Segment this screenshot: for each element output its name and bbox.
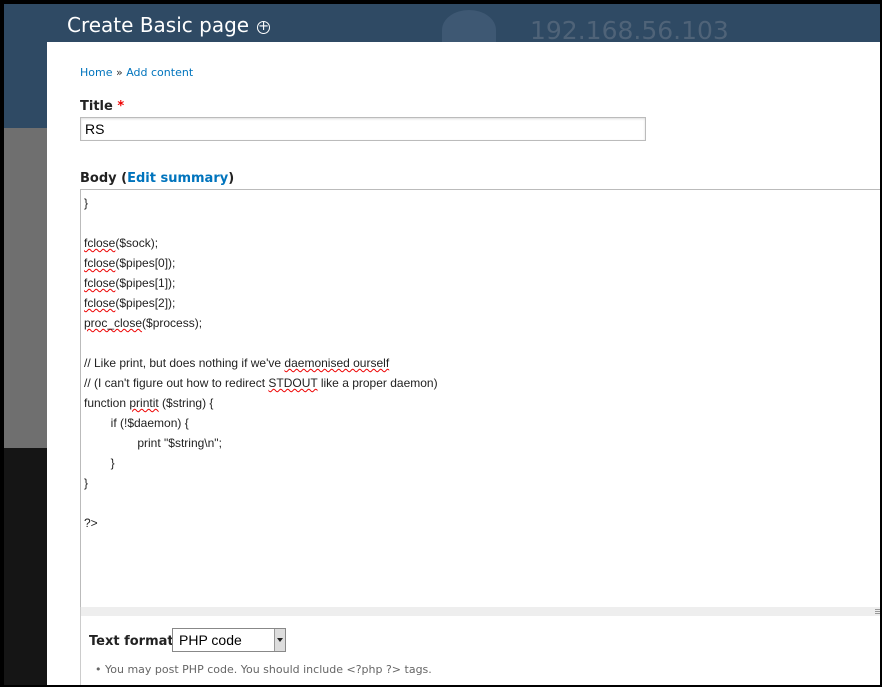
overlay-panel: Home » Add content Title * RS Body (Edit… — [47, 42, 880, 685]
title-label-text: Title — [80, 99, 113, 114]
breadcrumb: Home » Add content — [80, 66, 193, 79]
breadcrumb-home-link[interactable]: Home — [80, 66, 112, 79]
spellcheck-word: fclose — [84, 296, 116, 310]
body-label-close: ) — [228, 171, 235, 186]
spellcheck-word: STDOUT — [268, 376, 318, 390]
code-line: // Like print, but does nothing if we've… — [84, 356, 390, 370]
code-line: / — [84, 190, 114, 193]
title-input[interactable]: RS — [80, 117, 646, 141]
code-line: fclose($sock); — [84, 236, 159, 250]
required-marker: * — [117, 99, 125, 114]
overlay-title: Create Basic page + — [67, 13, 271, 37]
spellcheck-word: printit — [129, 396, 159, 410]
code-line: fclose($pipes[0]); — [84, 256, 176, 270]
screen: 192.168.56.103 Create Basic page + Home »… — [0, 0, 882, 687]
breadcrumb-add-content-link[interactable]: Add content — [126, 66, 193, 79]
page-title: Create Basic page — [67, 13, 250, 37]
body-label: Body (Edit summary) — [80, 171, 234, 186]
text-format-select[interactable]: PHP code — [172, 628, 286, 652]
code-line: } — [84, 196, 89, 210]
spellcheck-word: fclose — [84, 236, 116, 250]
breadcrumb-separator: » — [115, 66, 123, 79]
code-line: fclose($pipes[2]); — [84, 296, 176, 310]
title-label: Title * — [80, 99, 124, 114]
body-textarea[interactable]: /}fclose($sock);fclose($pipes[0]);fclose… — [80, 189, 880, 609]
text-format-tip: • You may post PHP code. You should incl… — [95, 663, 432, 676]
code-line: if (!$daemon) { — [84, 416, 189, 430]
code-line: } — [84, 476, 89, 490]
ip-address-watermark: 192.168.56.103 — [530, 16, 729, 45]
text-format-selected: PHP code — [179, 632, 242, 648]
code-line: } — [84, 456, 115, 470]
body-label-text: Body ( — [80, 171, 128, 186]
code-line: ?> — [84, 516, 98, 530]
spellcheck-word: proc_close — [84, 316, 143, 330]
text-format-wrapper: Text format PHP code • You may post PHP … — [80, 616, 880, 685]
spellcheck-word: daemonised ourself — [284, 356, 390, 370]
code-line: proc_close($process); — [84, 316, 203, 330]
code-line: // (I can't figure out how to redirect S… — [84, 376, 438, 390]
text-format-label: Text format — [89, 634, 174, 649]
spellcheck-word: fclose — [84, 276, 116, 290]
code-line: function printit ($string) { — [84, 396, 214, 410]
code-line: fclose($pipes[1]); — [84, 276, 176, 290]
plus-circle-icon[interactable]: + — [257, 20, 271, 34]
edit-summary-link[interactable]: Edit summary — [127, 171, 228, 186]
code-line: print "$string\n"; — [84, 436, 222, 450]
chevron-down-icon — [274, 629, 285, 651]
spellcheck-word: fclose — [84, 256, 116, 270]
text-format-tip-text: You may post PHP code. You should includ… — [105, 663, 432, 676]
